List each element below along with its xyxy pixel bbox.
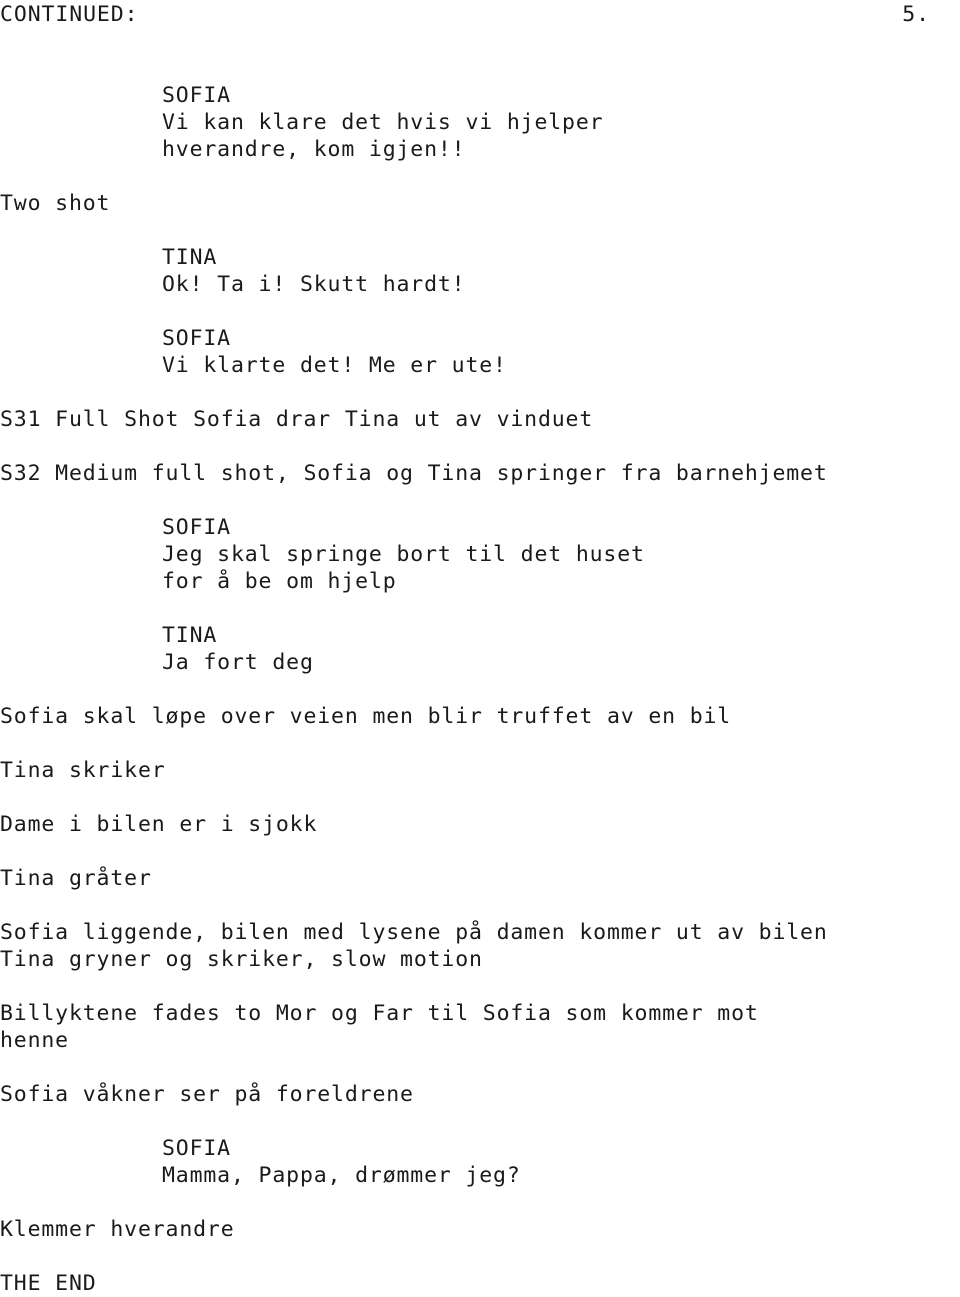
action-line: Sofia våkner ser på foreldrene xyxy=(0,1082,414,1107)
action-block: Dame i bilen er i sjokk xyxy=(0,811,960,838)
action-line: S31 Full Shot Sofia drar Tina ut av vind… xyxy=(0,407,594,432)
action-line: Dame i bilen er i sjokk xyxy=(0,812,318,837)
dialogue-line: for å be om hjelp xyxy=(162,569,397,594)
action-block: Klemmer hverandre xyxy=(0,1216,960,1243)
dialogue-line: hverandre, kom igjen!! xyxy=(162,137,466,162)
action-line: Sofia skal løpe over veien men blir truf… xyxy=(0,704,732,729)
action-line: Tina skriker xyxy=(0,758,166,783)
dialogue-block: SOFIA Vi klarte det! Me er ute! xyxy=(0,325,960,379)
dialogue-block: SOFIA Jeg skal springe bort til det huset… xyxy=(0,514,960,595)
character-cue: TINA xyxy=(162,623,218,648)
dialogue-block: SOFIA Vi kan klare det hvis vi hjelper hve… xyxy=(0,82,960,163)
dialogue-block: TINA Ja fort deg xyxy=(0,622,960,676)
action-block: Sofia våkner ser på foreldrene xyxy=(0,1081,960,1108)
action-block: Two shot xyxy=(0,190,960,217)
page-header: CONTINUED: 5. xyxy=(0,0,960,34)
script-body: SOFIA Vi kan klare det hvis vi hjelper hve… xyxy=(0,82,960,1297)
character-cue: TINA xyxy=(162,245,218,270)
continued-label: CONTINUED: xyxy=(0,2,139,27)
dialogue-line: Ok! Ta i! Skutt hardt! xyxy=(162,272,466,297)
action-block: Sofia liggende, bilen med lysene på dame… xyxy=(0,919,960,973)
action-block: Tina skriker xyxy=(0,757,960,784)
action-block: Sofia skal løpe over veien men blir truf… xyxy=(0,703,960,730)
character-cue: SOFIA xyxy=(162,83,231,108)
action-block: S32 Medium full shot, Sofia og Tina spri… xyxy=(0,460,960,487)
action-block: THE END xyxy=(0,1270,960,1297)
page-number: 5. xyxy=(902,2,930,27)
action-block: Tina gråter xyxy=(0,865,960,892)
action-line: Tina gråter xyxy=(0,866,152,891)
character-cue: SOFIA xyxy=(162,1136,231,1161)
character-cue: SOFIA xyxy=(162,326,231,351)
dialogue-line: Vi kan klare det hvis vi hjelper xyxy=(162,110,604,135)
action-line: Klemmer hverandre xyxy=(0,1217,235,1242)
action-line: henne xyxy=(0,1028,69,1053)
character-cue: SOFIA xyxy=(162,515,231,540)
dialogue-line: Vi klarte det! Me er ute! xyxy=(162,353,507,378)
action-line: THE END xyxy=(0,1271,97,1296)
dialogue-block: SOFIA Mamma, Pappa, drømmer jeg? xyxy=(0,1135,960,1189)
action-line: S32 Medium full shot, Sofia og Tina spri… xyxy=(0,461,828,486)
dialogue-line: Jeg skal springe bort til det huset xyxy=(162,542,645,567)
dialogue-line: Ja fort deg xyxy=(162,650,314,675)
action-line: Tina gryner og skriker, slow motion xyxy=(0,947,483,972)
dialogue-line: Mamma, Pappa, drømmer jeg? xyxy=(162,1163,521,1188)
screenplay-page: CONTINUED: 5. SOFIA Vi kan klare det hvis… xyxy=(0,0,960,1296)
action-block: Billyktene fades to Mor og Far til Sofia… xyxy=(0,1000,960,1054)
dialogue-block: TINA Ok! Ta i! Skutt hardt! xyxy=(0,244,960,298)
action-block: S31 Full Shot Sofia drar Tina ut av vind… xyxy=(0,406,960,433)
action-line: Two shot xyxy=(0,191,111,216)
action-line: Sofia liggende, bilen med lysene på dame… xyxy=(0,920,828,945)
action-line: Billyktene fades to Mor og Far til Sofia… xyxy=(0,1001,759,1026)
